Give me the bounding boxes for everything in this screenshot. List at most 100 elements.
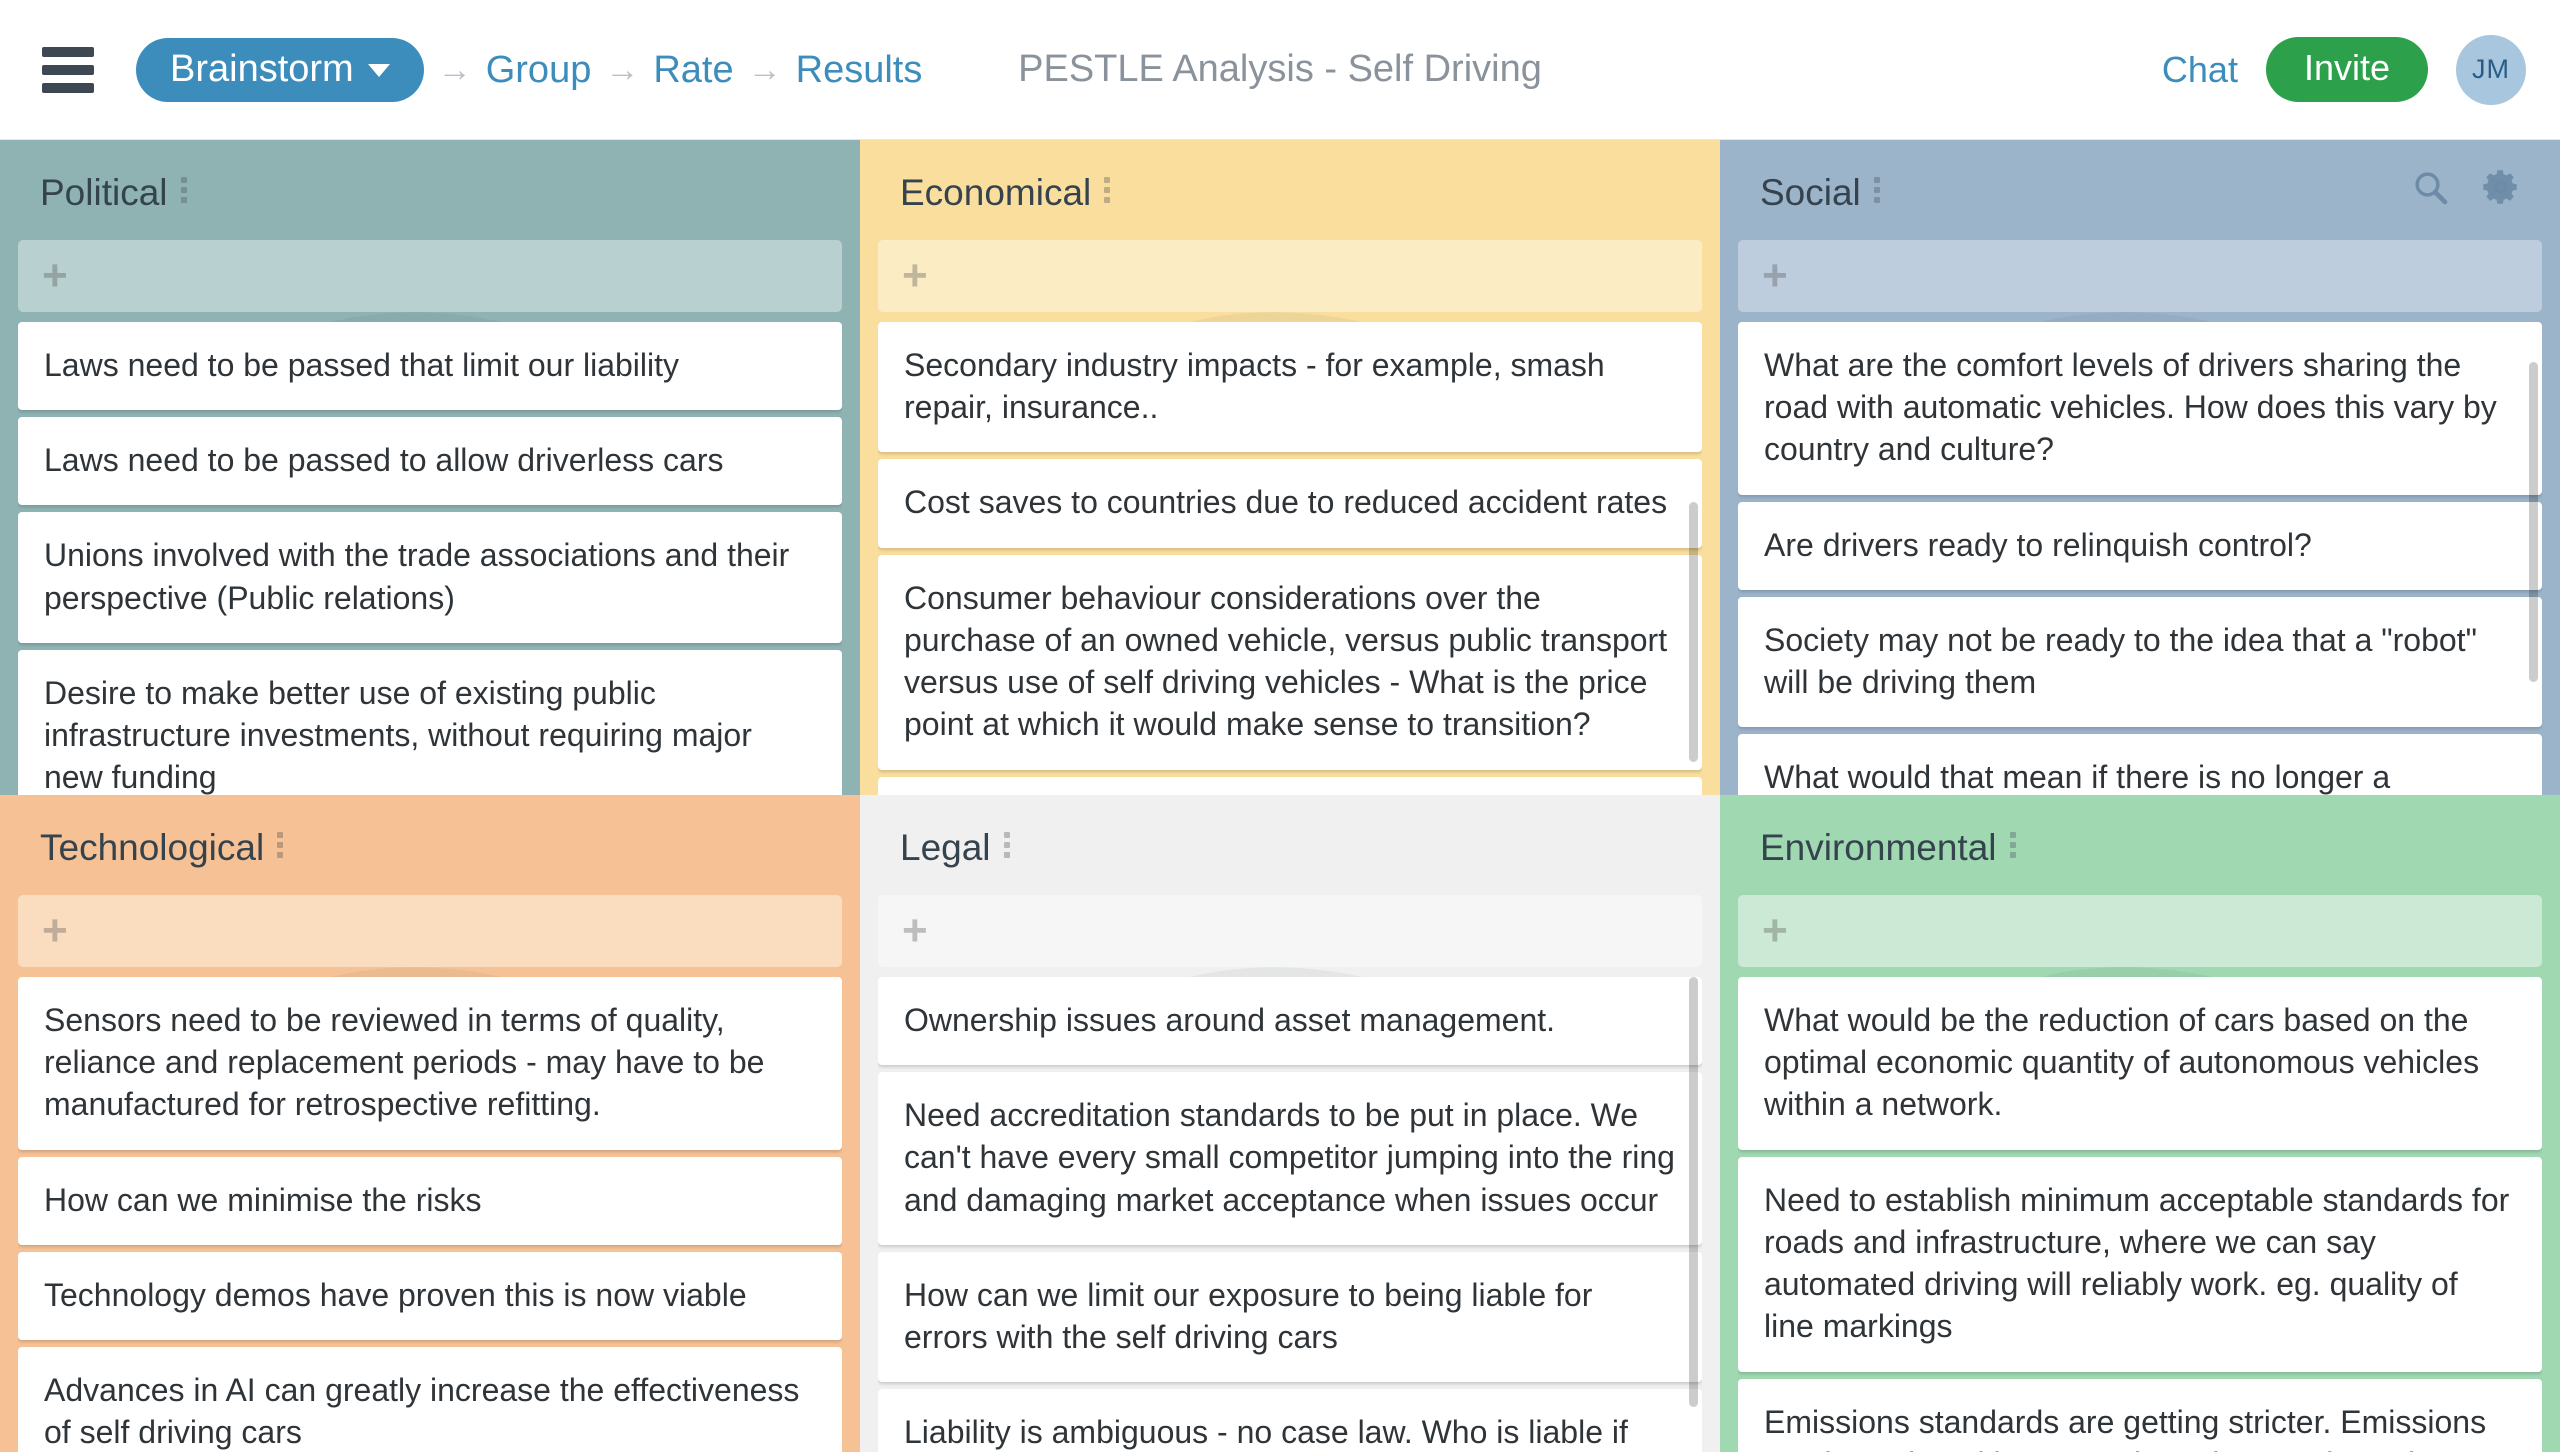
board-tools	[2410, 166, 2522, 208]
quadrant-title-label: Political	[40, 172, 168, 213]
idea-card[interactable]: Need to establish minimum acceptable sta…	[1738, 1156, 2542, 1372]
gear-icon[interactable]	[2480, 166, 2522, 208]
idea-card[interactable]: Consumer behaviour considerations over t…	[878, 554, 1702, 770]
plus-icon: +	[42, 905, 68, 955]
quadrant-menu-icon[interactable]	[1104, 177, 1111, 209]
quadrant-title-label: Social	[1760, 172, 1861, 213]
idea-card[interactable]: Unions involved with the trade associati…	[18, 512, 842, 643]
app-header: Brainstorm → Group → Rate → Results PEST…	[0, 0, 2560, 140]
chat-link[interactable]: Chat	[2162, 49, 2238, 91]
add-card-zone-political[interactable]: +	[18, 240, 842, 312]
plus-icon: +	[902, 905, 928, 955]
dot	[1873, 177, 1880, 183]
quadrant-inner: Technological + Sensors need to be reviewe…	[18, 795, 842, 1452]
stage-link-group[interactable]: Group	[486, 51, 592, 89]
card-list-economical: Secondary industry impacts - for example…	[878, 322, 1702, 795]
quadrant-title-label: Economical	[900, 172, 1092, 213]
add-card-zone-social[interactable]: +	[1738, 240, 2542, 312]
add-card-zone-environmental[interactable]: +	[1738, 895, 2542, 967]
card-list-political: Laws need to be passed that limit our li…	[18, 322, 842, 795]
card-list-environmental: What would be the reduction of cars base…	[1738, 977, 2542, 1452]
idea-card[interactable]: Technology demos have proven this is now…	[18, 1251, 842, 1341]
dot	[180, 187, 187, 193]
quadrant-environmental: Environmental + What would be the reductio…	[1720, 795, 2560, 1452]
scrollbar-thumb[interactable]	[2529, 362, 2538, 682]
idea-card[interactable]: Advances in AI can greatly increase the …	[18, 1347, 842, 1452]
card-list-legal: Ownership issues around asset management…	[878, 977, 1702, 1452]
quadrant-technological: Technological + Sensors need to be reviewe…	[0, 795, 860, 1452]
quadrant-menu-icon[interactable]	[277, 832, 284, 864]
quadrant-menu-icon[interactable]	[180, 177, 187, 209]
idea-card[interactable]: What would be the reduction of cars base…	[1738, 977, 2542, 1150]
arrow-icon: →	[747, 50, 782, 89]
idea-card[interactable]: Secondary industry impacts - for example…	[878, 322, 1702, 453]
dot	[277, 832, 284, 838]
idea-card[interactable]: Need accreditation standards to be put i…	[878, 1072, 1702, 1245]
quadrant-menu-icon[interactable]	[1003, 832, 1010, 864]
dot	[1873, 197, 1880, 203]
invite-button[interactable]: Invite	[2265, 37, 2428, 102]
search-icon[interactable]	[2410, 167, 2450, 207]
quadrant-economical: Economical + Secondary industry impacts - …	[860, 140, 1720, 795]
quadrant-title-economical: Economical	[878, 140, 1702, 240]
idea-card[interactable]: How can we minimise the risks	[18, 1156, 842, 1245]
quadrant-title-environmental: Environmental	[1738, 795, 2542, 895]
arrow-icon: →	[605, 50, 640, 89]
idea-card[interactable]: What would that mean if there is no long…	[1738, 734, 2542, 795]
scrollbar-thumb[interactable]	[1689, 502, 1698, 762]
idea-card[interactable]: Society may not be ready to the idea tha…	[1738, 596, 2542, 728]
quadrant-inner: Social + What are the comfort levels of dr…	[1738, 140, 2542, 795]
scrollbar-thumb[interactable]	[1689, 977, 1698, 1407]
idea-card[interactable]: Ownership issues around asset management…	[878, 977, 1702, 1066]
idea-card[interactable]: Laws need to be passed that limit our li…	[18, 322, 842, 411]
card-list-technological: Sensors need to be reviewed in terms of …	[18, 977, 842, 1452]
dot	[1003, 842, 1010, 848]
idea-card[interactable]: Laws need to be passed to allow driverle…	[18, 417, 842, 506]
idea-card[interactable]: Sensors need to be reviewed in terms of …	[18, 977, 842, 1150]
quadrant-inner: Legal + Ownership issues around asset mana…	[878, 795, 1702, 1452]
stage-breadcrumb: Brainstorm → Group → Rate → Results	[136, 37, 923, 102]
quadrant-title-political: Political	[18, 140, 842, 240]
dot	[1104, 187, 1111, 193]
quadrant-inner: Economical + Secondary industry impacts - …	[878, 140, 1702, 795]
dot	[2009, 832, 2016, 838]
quadrant-menu-icon[interactable]	[1873, 177, 1880, 209]
plus-icon: +	[1762, 905, 1788, 955]
idea-card[interactable]: Costing associated with bringing a new i…	[878, 776, 1702, 795]
idea-card[interactable]: Emissions standards are getting stricter…	[1738, 1378, 2542, 1452]
header-actions: Chat Invite JM	[2162, 34, 2526, 105]
add-card-zone-legal[interactable]: +	[878, 895, 1702, 967]
idea-card[interactable]: Cost saves to countries due to reduced a…	[878, 459, 1702, 548]
stage-current-brainstorm[interactable]: Brainstorm	[136, 37, 424, 102]
avatar[interactable]: JM	[2456, 34, 2526, 105]
add-card-zone-economical[interactable]: +	[878, 240, 1702, 312]
dot	[1104, 197, 1111, 203]
quadrant-social: Social + What are the comfort levels of dr…	[1720, 140, 2560, 795]
idea-card[interactable]: Desire to make better use of existing pu…	[18, 649, 842, 795]
quadrant-title-label: Technological	[40, 827, 265, 868]
idea-card[interactable]: Liability is ambiguous - no case law. Wh…	[878, 1389, 1702, 1452]
dot	[277, 852, 284, 858]
dot	[1003, 832, 1010, 838]
stage-link-results[interactable]: Results	[796, 51, 923, 89]
add-card-zone-technological[interactable]: +	[18, 895, 842, 967]
idea-card[interactable]: What are the comfort levels of drivers s…	[1738, 322, 2542, 495]
idea-card[interactable]: How can we limit our exposure to being l…	[878, 1251, 1702, 1383]
dot	[2009, 842, 2016, 848]
quadrant-title-technological: Technological	[18, 795, 842, 895]
dot	[2009, 852, 2016, 858]
plus-icon: +	[42, 250, 68, 300]
quadrant-title-label: Environmental	[1760, 827, 1997, 868]
idea-card[interactable]: Are drivers ready to relinquish control?	[1738, 501, 2542, 590]
stage-link-rate[interactable]: Rate	[653, 51, 733, 89]
arrow-icon: →	[437, 50, 472, 89]
quadrant-political: Political + Laws need to be passed that li…	[0, 140, 860, 795]
dot	[1104, 177, 1111, 183]
hamburger-icon[interactable]	[42, 46, 94, 93]
stage-current-label: Brainstorm	[170, 47, 354, 90]
hamburger-bar	[42, 46, 94, 57]
dot	[277, 842, 284, 848]
quadrant-menu-icon[interactable]	[2009, 832, 2016, 864]
dot	[180, 197, 187, 203]
hamburger-bar	[42, 64, 94, 75]
